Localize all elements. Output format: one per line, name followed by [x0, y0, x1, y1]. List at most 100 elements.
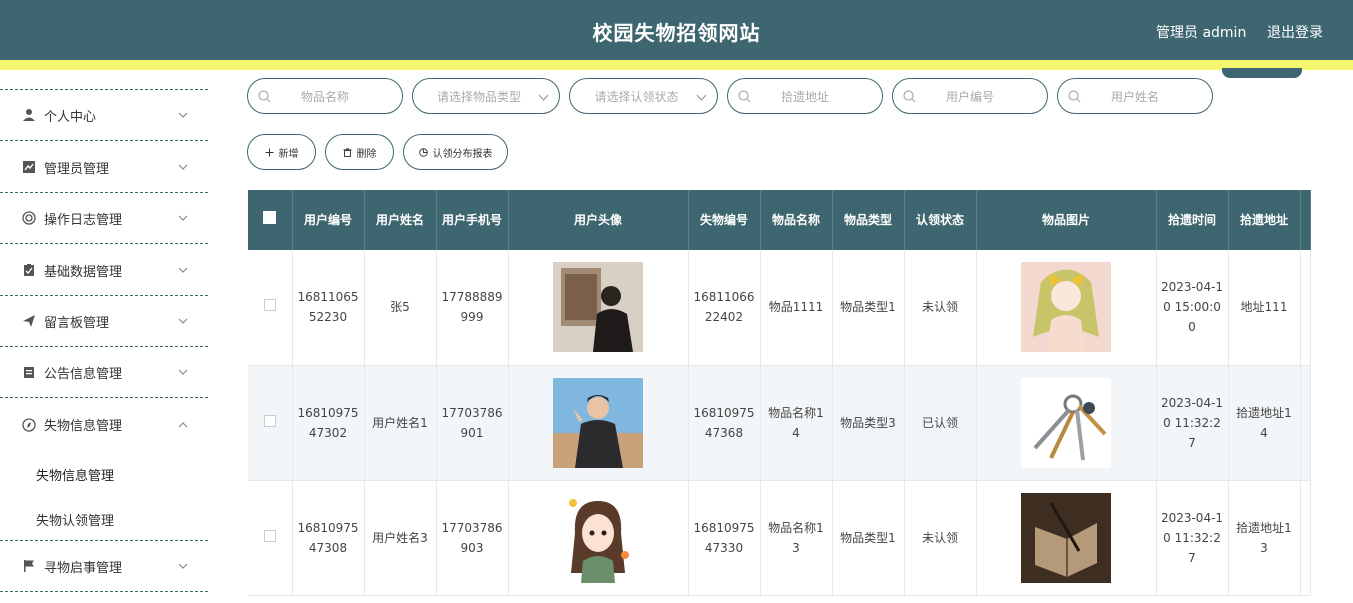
trash-icon	[343, 147, 351, 157]
sidebar-item-label: 留言板管理	[44, 315, 110, 331]
header-pickup-address: 拾遗地址	[1228, 190, 1301, 250]
item-image-keys	[1021, 377, 1111, 468]
cell-item-name: 物品1111	[760, 250, 833, 366]
cell-item-number: 1681097547368	[688, 365, 761, 481]
sidebar-item-admin-management[interactable]: 管理员管理	[0, 142, 208, 193]
sidebar-item-label: 公告信息管理	[44, 366, 123, 382]
claim-report-button[interactable]: 认领分布报表	[403, 134, 508, 170]
chevron-down-icon	[178, 367, 188, 377]
user-name-input[interactable]: 用户姓名	[1057, 78, 1213, 114]
cell-user-number: 1681097547302	[292, 365, 365, 481]
sidebar-item-lost-item-info[interactable]: 失物信息管理	[0, 399, 208, 450]
header-overflow	[1300, 190, 1311, 250]
sidebar-subitem-lost-item-info[interactable]: 失物信息管理	[36, 465, 114, 484]
header-avatar: 用户头像	[508, 190, 689, 250]
claim-report-button-label: 认领分布报表	[432, 148, 493, 160]
item-name-input[interactable]: 物品名称	[247, 78, 403, 114]
cell-pickup-time: 2023-04-10 11:32:27	[1156, 480, 1229, 596]
sidebar-subitem-lost-item-claim[interactable]: 失物认领管理	[36, 510, 114, 529]
cell-pickup-time: 2023-04-10 15:00:00	[1156, 250, 1229, 366]
top-header: 校园失物招领网站 管理员 admin 退出登录	[0, 0, 1353, 60]
select-all-cell[interactable]	[248, 190, 293, 250]
pickup-address-input[interactable]: 拾遗地址	[727, 78, 883, 114]
cell-overflow	[1300, 365, 1311, 481]
chevron-up-icon	[178, 420, 188, 430]
cell-item-image	[976, 480, 1157, 596]
sidebar: 个人中心 管理员管理 操作日志管理 基础数据管理 留言板管理 公告信息管理 失物…	[0, 70, 208, 603]
logout-link[interactable]: 退出登录	[1267, 22, 1323, 42]
sidebar-item-personal-center[interactable]: 个人中心	[0, 90, 208, 141]
cell-phone: 17703786903	[436, 480, 509, 596]
avatar-photo	[553, 262, 643, 353]
row-checkbox[interactable]	[263, 414, 276, 427]
notice-icon	[22, 365, 36, 379]
sidebar-item-lost-notice[interactable]: 寻物启事管理	[0, 541, 208, 592]
cell-item-name: 物品名称14	[760, 365, 833, 481]
chevron-down-icon	[178, 316, 188, 326]
avatar-photo	[553, 377, 643, 468]
table-header-row: 用户编号 用户姓名 用户手机号 用户头像 失物编号 物品名称 物品类型 认领状态…	[248, 190, 1311, 250]
row-checkbox[interactable]	[263, 529, 276, 542]
row-checkbox[interactable]	[263, 299, 276, 312]
select-all-checkbox[interactable]	[263, 211, 277, 224]
header-accent-bar	[0, 60, 1353, 70]
chevron-down-icon	[178, 561, 188, 571]
search-icon	[1068, 90, 1081, 103]
cell-user-name: 用户姓名3	[364, 480, 437, 596]
cell-item-name: 物品名称13	[760, 480, 833, 596]
sidebar-item-label: 寻物启事管理	[44, 560, 123, 576]
header-phone: 用户手机号	[436, 190, 509, 250]
chevron-down-icon	[696, 94, 707, 101]
cell-item-number: 1681097547330	[688, 480, 761, 596]
sidebar-item-label: 失物信息管理	[44, 419, 123, 434]
chevron-down-icon	[178, 162, 188, 172]
chevron-down-icon	[178, 265, 188, 275]
chevron-down-icon	[178, 110, 188, 120]
item-image-anime-girl	[1021, 262, 1111, 353]
current-user-label: 管理员 admin	[1156, 25, 1247, 41]
sidebar-item-label: 基础数据管理	[44, 264, 123, 280]
sidebar-item-message-board[interactable]: 留言板管理	[0, 296, 208, 347]
cell-pickup-time: 2023-04-10 11:32:27	[1156, 365, 1229, 481]
add-button-label: 新增	[278, 148, 299, 160]
cell-user-number: 1681097547308	[292, 480, 365, 596]
sidebar-item-basic-data[interactable]: 基础数据管理	[0, 245, 208, 296]
delete-button[interactable]: 删除	[325, 134, 394, 170]
item-type-select[interactable]: 请选择物品类型	[412, 78, 560, 114]
site-title: 校园失物招领网站	[592, 21, 761, 45]
cell-claim-status: 已认领	[904, 365, 977, 481]
table-row: 1681106552230 张5 17788889999 16811066224…	[248, 250, 1311, 366]
cell-item-image	[976, 250, 1157, 366]
plus-icon	[265, 148, 273, 156]
chevron-down-icon	[178, 213, 188, 223]
user-number-placeholder: 用户编号	[945, 89, 994, 104]
send-icon	[22, 314, 36, 328]
header-user-number: 用户编号	[292, 190, 365, 250]
sidebar-item-operation-log[interactable]: 操作日志管理	[0, 193, 208, 244]
claim-status-select[interactable]: 请选择认领状态	[569, 78, 718, 114]
search-icon	[903, 90, 916, 103]
cell-overflow	[1300, 250, 1311, 366]
item-image-book	[1021, 492, 1111, 583]
sidebar-item-announcement[interactable]: 公告信息管理	[0, 347, 208, 398]
cell-pickup-address: 拾遗地址13	[1228, 480, 1301, 596]
compass-icon	[22, 417, 36, 432]
add-button[interactable]: 新增	[247, 134, 316, 170]
header-item-name: 物品名称	[760, 190, 833, 250]
user-number-input[interactable]: 用户编号	[892, 78, 1048, 114]
row-select-cell[interactable]	[248, 365, 293, 481]
header-item-number: 失物编号	[688, 190, 761, 250]
cell-item-image	[976, 365, 1157, 481]
item-name-placeholder: 物品名称	[300, 89, 349, 104]
cell-pickup-address: 地址111	[1228, 250, 1301, 366]
table-row: 1681097547308 用户姓名3 17703786903 16810975…	[248, 480, 1311, 596]
sidebar-item-label: 管理员管理	[44, 161, 110, 177]
search-button[interactable]	[1222, 68, 1302, 78]
row-select-cell[interactable]	[248, 250, 293, 366]
target-icon	[22, 211, 36, 225]
row-select-cell[interactable]	[248, 480, 293, 596]
chart-icon	[22, 160, 36, 174]
header-item-type: 物品类型	[832, 190, 905, 250]
cell-phone: 17788889999	[436, 250, 509, 366]
search-icon	[738, 90, 751, 103]
